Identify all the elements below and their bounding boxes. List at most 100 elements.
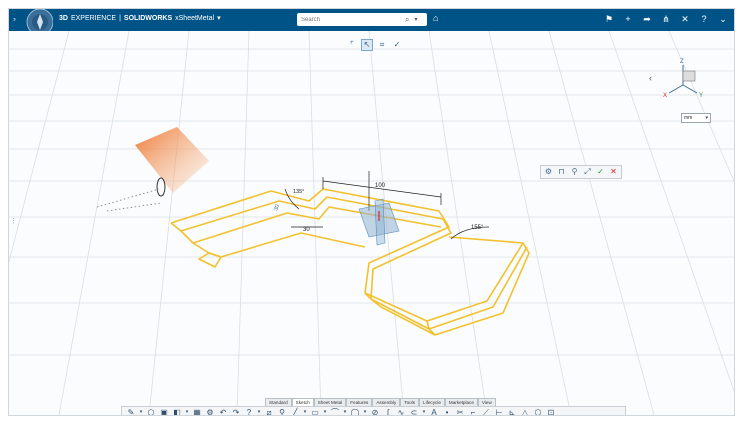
top-bar: ᶟ 3D EXPERIENCE | SOLIDWORKS xSheetMetal … (9, 9, 734, 36)
ellipse-icon[interactable]: ⊘ (370, 407, 380, 416)
point-icon[interactable]: • (442, 407, 452, 416)
triangle-icon[interactable]: △ (520, 407, 530, 416)
chevron-left-icon[interactable]: ‹ (649, 73, 652, 83)
search-input[interactable] (297, 14, 405, 25)
chevron-down-icon[interactable]: ▾ (185, 407, 189, 415)
tab-standard[interactable]: Standard (265, 398, 292, 406)
edit-icon[interactable]: ⚲ (277, 407, 287, 416)
tab-sketch[interactable]: Sketch (291, 398, 314, 406)
chevron-down-icon[interactable]: ▾ (217, 14, 221, 22)
help-icon[interactable]: ? (699, 12, 709, 27)
panel-handle-icon[interactable]: ⋮ (10, 217, 17, 225)
save-icon[interactable]: ▣ (159, 407, 169, 416)
network-icon[interactable]: ⋔ (661, 12, 671, 27)
action-bar: ✎ ▾ ⬡ ▣ ◧ ▾ ▦ ⚙ ↶ ↷ ? ▾ ⧄ ⚲ ╱ ▾ ▭ ▾ ⌒ ▾ … (121, 406, 626, 416)
curve-icon[interactable]: ∿ (396, 407, 406, 416)
trim-icon[interactable]: ✂ (455, 407, 465, 416)
tab-sheet-metal[interactable]: Sheet Metal (313, 398, 347, 406)
cube-icon[interactable]: ⬡ (146, 407, 156, 416)
constraint-icon[interactable]: ⚲ (570, 166, 579, 178)
select-icon[interactable]: ⌜ (346, 39, 358, 51)
manipulator-handle (135, 127, 209, 193)
text-icon[interactable]: A (429, 407, 439, 416)
dimension-angle-large: 155° (471, 225, 484, 231)
sketch-icon[interactable]: ✎ (126, 407, 136, 416)
tab-features[interactable]: Features (346, 398, 373, 406)
dimension-angle-small: 135° (293, 189, 304, 195)
pointer-icon[interactable]: ↖ (361, 39, 373, 51)
tab-marketplace[interactable]: Marketplace (444, 398, 478, 406)
brand-experience: EXPERIENCE (70, 14, 117, 22)
redo-icon[interactable]: ↷ (231, 407, 241, 416)
tab-lifecycle[interactable]: Lifecycle (419, 398, 445, 406)
chevron-down-icon[interactable]: ▾ (257, 407, 261, 415)
slot-icon[interactable]: ⊂ (409, 407, 419, 416)
sketch-plane-icon[interactable]: ⧄ (264, 407, 274, 416)
axis-x-label: X (663, 93, 667, 99)
brand-separator: | (119, 14, 121, 22)
lasso-icon[interactable]: ⌗ (376, 39, 388, 51)
cancel-icon[interactable]: ✕ (609, 166, 618, 178)
axis-z-label: Z (680, 59, 684, 65)
expand-icon[interactable]: ⤢ (583, 166, 592, 178)
document-name: xSheetMetal (175, 14, 215, 22)
axis-y-label: Y (699, 93, 703, 99)
sketch-tool-icon[interactable]: ⊓ (557, 166, 566, 178)
tab-tools[interactable]: Tools (400, 398, 420, 406)
brand-app: SOLIDWORKS (123, 14, 173, 22)
brand-3d: 3D (59, 14, 68, 22)
line-icon[interactable]: ╱ (290, 407, 300, 416)
confirm-icon[interactable]: ✓ (596, 166, 605, 178)
chevron-down-icon[interactable]: ▾ (422, 407, 426, 415)
tab-assembly[interactable]: Assembly (372, 398, 401, 406)
exit-sketch-icon[interactable]: ⊡ (546, 407, 556, 416)
units-select[interactable]: mm (681, 113, 711, 123)
grid-icon[interactable]: ▦ (192, 407, 202, 416)
circle-icon[interactable]: ◯ (350, 407, 360, 416)
context-toolbar: ⚙ ⊓ ⚲ ⤢ ✓ ✕ (540, 165, 622, 179)
component-icon[interactable]: ◧ (172, 407, 182, 416)
chevron-down-icon[interactable]: ▾ (323, 407, 327, 415)
3d-viewport[interactable]: 100 30 135° 155° 30 Z X Y ⌜ ↖ ⌗ ✓ ‹ mm ▾… (9, 31, 734, 415)
svg-text:ᶟ: ᶟ (13, 16, 16, 25)
chevron-down-icon[interactable]: ▾ (139, 407, 143, 415)
relation-icon[interactable]: ⊢ (494, 407, 504, 416)
tools-icon[interactable]: ✕ (680, 12, 690, 27)
rectangle-icon[interactable]: ▭ (310, 407, 320, 416)
sheet-metal-sketch (170, 188, 530, 336)
chevron-down-icon[interactable]: ▾ (303, 407, 307, 415)
command-tabs: Standard Sketch Sheet Metal Features Ass… (265, 398, 496, 406)
dimension-width-label: 100 (375, 183, 386, 189)
search-box[interactable]: ⌕ ▾ (297, 13, 427, 26)
offset-icon[interactable]: ⟋ (481, 407, 491, 416)
search-scope-chevron-icon[interactable]: ▾ (414, 16, 417, 23)
dimension-gap-label: 30 (303, 227, 310, 233)
box-icon[interactable]: ⬡ (533, 407, 543, 416)
undo-icon[interactable]: ↶ (218, 407, 228, 416)
fillet-icon[interactable]: ⌐ (468, 407, 478, 416)
selection-toolbar: ⌜ ↖ ⌗ ✓ (346, 39, 403, 51)
view-triad[interactable] (668, 65, 698, 94)
tab-view[interactable]: View (477, 398, 496, 406)
settings-icon[interactable]: ⚙ (544, 166, 553, 178)
help-icon[interactable]: ? (244, 407, 254, 416)
arc-icon[interactable]: ⌒ (330, 407, 340, 416)
spline-icon[interactable]: ∫ (383, 407, 393, 416)
chevron-down-icon[interactable]: ⌄ (718, 12, 728, 27)
dimension-icon[interactable]: ⊾ (507, 407, 517, 416)
brand-title[interactable]: 3D EXPERIENCE | SOLIDWORKS xSheetMetal ▾ (59, 14, 221, 23)
plus-icon[interactable]: + (623, 12, 633, 27)
filter-icon[interactable]: ✓ (391, 39, 403, 51)
share-icon[interactable]: ➦ (642, 12, 652, 27)
gear-icon[interactable]: ⚙ (205, 407, 215, 416)
user-profile-icon[interactable]: ⚑ (604, 12, 614, 27)
dimension-height-label: 30 (273, 204, 281, 212)
tag-icon[interactable]: ⌂ (433, 13, 438, 23)
top-right-icons: ⚑ + ➦ ⋔ ✕ ? ⌄ (604, 12, 728, 27)
chevron-down-icon[interactable]: ▾ (363, 407, 367, 415)
3d-scene: 100 30 135° 155° 30 Z X Y (9, 31, 734, 415)
chevron-down-icon[interactable]: ▾ (343, 407, 347, 415)
search-icon[interactable]: ⌕ (405, 15, 409, 25)
app-window: ᶟ 3D EXPERIENCE | SOLIDWORKS xSheetMetal … (8, 8, 735, 416)
origin-planes (358, 198, 400, 246)
